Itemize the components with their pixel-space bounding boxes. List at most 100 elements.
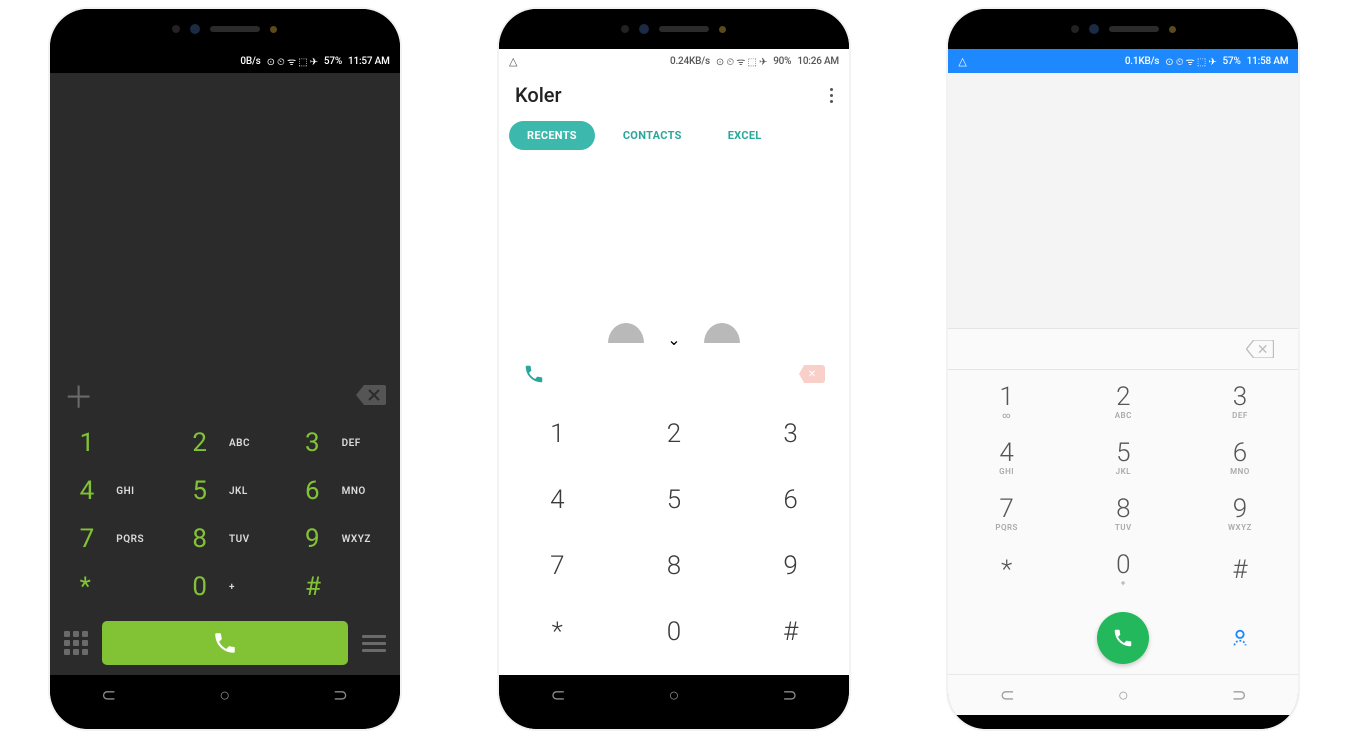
nav-recent-icon[interactable]: ⊃ [333, 685, 348, 706]
nav-recent-icon[interactable]: ⊃ [1232, 685, 1247, 706]
bezel-top [50, 9, 400, 49]
app-body: Koler RECENTS CONTACTS EXCEL ⌄ ✕ 1 [499, 73, 849, 675]
key-4[interactable]: 4GHI [56, 467, 169, 515]
key-7[interactable]: 7 [499, 533, 616, 599]
key-hash[interactable]: # [732, 599, 849, 665]
add-contact-button[interactable]: ＋ [64, 373, 94, 417]
status-net: 0.1KB/s [1125, 56, 1159, 67]
key-0[interactable]: 0 [616, 599, 733, 665]
key-8[interactable]: 8 [616, 533, 733, 599]
key-4[interactable]: 4 [499, 467, 616, 533]
key-2[interactable]: 2ABC [168, 419, 281, 467]
screen: △ 0.24KB/s ⊙ ⏲ ᯤ ⬚ ✈ 90% 10:26 AM Koler … [499, 49, 849, 715]
keypad: 1∞ 2ABC 3DEF 4GHI 5JKL 6MNO 7PQRS 8TUV 9… [948, 370, 1298, 602]
ear-icon [608, 323, 644, 343]
status-icons: ⊙ ⏲ ᯤ ⬚ ✈ [1165, 54, 1216, 68]
key-3[interactable]: 3DEF [281, 419, 394, 467]
warning-icon: △ [958, 55, 966, 68]
status-bar: 0B/s ⊙ ⏲ ᯤ ⬚ ✈ 57% 11:57 AM [50, 49, 400, 73]
key-6[interactable]: 6MNO [1182, 430, 1299, 486]
ear-icon [704, 323, 740, 343]
phone-dark-dialer: 0B/s ⊙ ⏲ ᯤ ⬚ ✈ 57% 11:57 AM ＋ 1 2ABC 3DE… [50, 9, 400, 729]
key-3[interactable]: 3DEF [1182, 374, 1299, 430]
screen: △ 0.1KB/s ⊙ ⏲ ᯤ ⬚ ✈ 57% 11:58 AM 1∞ 2ABC… [948, 49, 1298, 715]
key-7[interactable]: 7PQRS [948, 486, 1065, 542]
dialer-body: 1∞ 2ABC 3DEF 4GHI 5JKL 6MNO 7PQRS 8TUV 9… [948, 73, 1298, 674]
voicemail-icon[interactable] [1229, 627, 1251, 649]
nav-bar: ⊂ ○ ⊃ [50, 675, 400, 715]
key-0[interactable]: 0+ [168, 563, 281, 611]
status-icons: ⊙ ⏲ ᯤ ⬚ ✈ [716, 54, 767, 68]
call-button[interactable] [102, 621, 348, 665]
backspace-button[interactable]: ✕ [799, 365, 825, 383]
key-3[interactable]: 3 [732, 401, 849, 467]
key-1[interactable]: 1∞ [948, 374, 1065, 430]
menu-button[interactable] [362, 635, 386, 652]
key-star[interactable]: * [56, 563, 169, 611]
screen: 0B/s ⊙ ⏲ ᯤ ⬚ ✈ 57% 11:57 AM ＋ 1 2ABC 3DE… [50, 49, 400, 715]
chevron-down-icon[interactable]: ⌄ [667, 330, 680, 349]
tab-contacts[interactable]: CONTACTS [605, 121, 700, 150]
key-7[interactable]: 7PQRS [56, 515, 169, 563]
more-menu-icon[interactable] [830, 88, 833, 103]
dialer-body: ＋ 1 2ABC 3DEF 4GHI 5JKL 6MNO 7PQRS 8TUV … [50, 73, 400, 675]
keypad: 1 2ABC 3DEF 4GHI 5JKL 6MNO 7PQRS 8TUV 9W… [50, 419, 400, 611]
empty-state-illustration: ⌄ [499, 158, 849, 351]
tab-recents[interactable]: RECENTS [509, 121, 595, 150]
app-title: Koler [515, 83, 562, 107]
key-star[interactable]: * [499, 599, 616, 665]
keypad: 1 2 3 4 5 6 7 8 9 * 0 # [499, 397, 849, 675]
tab-excel[interactable]: EXCEL [710, 121, 780, 150]
apps-grid-icon[interactable] [64, 631, 88, 655]
backspace-button[interactable] [356, 385, 386, 405]
status-battery: 90% [773, 56, 791, 67]
backspace-button[interactable] [1246, 340, 1274, 358]
status-time: 11:58 AM [1247, 56, 1289, 67]
key-4[interactable]: 4GHI [948, 430, 1065, 486]
number-display [948, 73, 1298, 328]
call-button[interactable] [1097, 612, 1149, 664]
key-5[interactable]: 5 [616, 467, 733, 533]
status-icons: ⊙ ⏲ ᯤ ⬚ ✈ [267, 54, 318, 68]
key-9[interactable]: 9 [732, 533, 849, 599]
status-bar: △ 0.24KB/s ⊙ ⏲ ᯤ ⬚ ✈ 90% 10:26 AM [499, 49, 849, 73]
status-time: 10:26 AM [797, 56, 839, 67]
key-hash[interactable]: # [281, 563, 394, 611]
key-2[interactable]: 2ABC [1065, 374, 1182, 430]
key-0[interactable]: 0+ [1065, 542, 1182, 598]
key-2[interactable]: 2 [616, 401, 733, 467]
status-battery: 57% [324, 56, 342, 67]
phone-koler-dialer: △ 0.24KB/s ⊙ ⏲ ᯤ ⬚ ✈ 90% 10:26 AM Koler … [499, 9, 849, 729]
key-8[interactable]: 8TUV [1065, 486, 1182, 542]
phone-light-dialer: △ 0.1KB/s ⊙ ⏲ ᯤ ⬚ ✈ 57% 11:58 AM 1∞ 2ABC… [948, 9, 1298, 729]
status-battery: 57% [1223, 56, 1241, 67]
nav-back-icon[interactable]: ⊂ [101, 685, 116, 706]
nav-home-icon[interactable]: ○ [669, 685, 680, 706]
key-1[interactable]: 1 [56, 419, 169, 467]
key-hash[interactable]: # [1182, 542, 1299, 598]
nav-back-icon[interactable]: ⊂ [550, 685, 565, 706]
status-bar: △ 0.1KB/s ⊙ ⏲ ᯤ ⬚ ✈ 57% 11:58 AM [948, 49, 1298, 73]
phone-icon[interactable] [523, 363, 545, 385]
bezel-top [948, 9, 1298, 49]
tabs: RECENTS CONTACTS EXCEL [499, 117, 849, 158]
nav-back-icon[interactable]: ⊂ [1000, 685, 1015, 706]
status-time: 11:57 AM [348, 56, 390, 67]
status-net: 0B/s [240, 56, 260, 67]
key-9[interactable]: 9WXYZ [281, 515, 394, 563]
key-9[interactable]: 9WXYZ [1182, 486, 1299, 542]
key-8[interactable]: 8TUV [168, 515, 281, 563]
warning-icon: △ [509, 55, 517, 68]
key-1[interactable]: 1 [499, 401, 616, 467]
nav-home-icon[interactable]: ○ [219, 685, 230, 706]
key-star[interactable]: * [948, 542, 1065, 598]
key-5[interactable]: 5JKL [168, 467, 281, 515]
key-5[interactable]: 5JKL [1065, 430, 1182, 486]
nav-recent-icon[interactable]: ⊃ [782, 685, 797, 706]
nav-home-icon[interactable]: ○ [1118, 685, 1129, 706]
status-net: 0.24KB/s [670, 56, 710, 67]
nav-bar: ⊂ ○ ⊃ [948, 674, 1298, 715]
key-6[interactable]: 6 [732, 467, 849, 533]
key-6[interactable]: 6MNO [281, 467, 394, 515]
number-display [50, 73, 400, 371]
